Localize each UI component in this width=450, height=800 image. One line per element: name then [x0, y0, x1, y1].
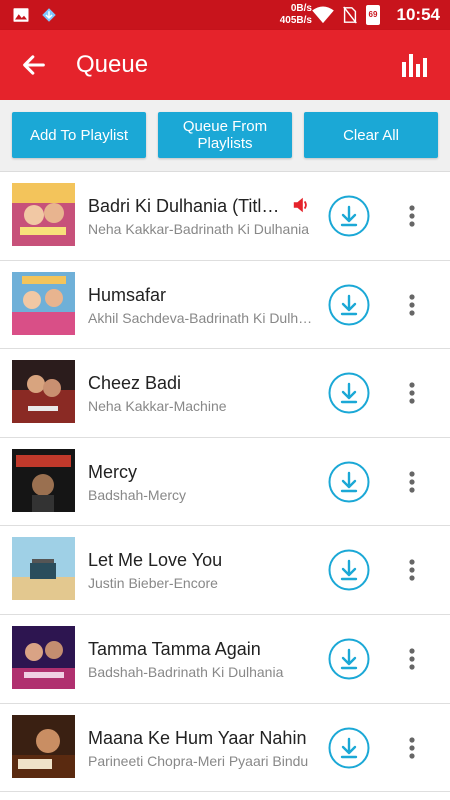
download-app-icon [42, 8, 56, 22]
song-title: Mercy [88, 461, 137, 482]
song-row[interactable]: Cheez Badi Neha Kakkar-Machine [0, 349, 450, 438]
battery-level: 69 [368, 10, 378, 19]
arrow-back-icon[interactable] [20, 51, 48, 79]
more-options-icon[interactable] [400, 470, 424, 494]
app-bar: Queue [0, 30, 450, 100]
download-icon[interactable] [328, 284, 370, 326]
more-options-icon[interactable] [400, 293, 424, 317]
queue-from-playlists-button[interactable]: Queue From Playlists [158, 112, 292, 158]
song-title: Humsafar [88, 284, 167, 305]
song-title: Tamma Tamma Again [88, 638, 261, 659]
song-subtitle: Parineeti Chopra-Meri Pyaari Bindu [88, 752, 309, 769]
clock: 10:54 [396, 5, 440, 24]
song-subtitle: Akhil Sachdeva-Badrinath Ki Dulhania [88, 309, 316, 326]
album-art [12, 271, 75, 335]
song-row[interactable]: Let Me Love You Justin Bieber-Encore [0, 526, 450, 615]
song-title: Badri Ki Dulhania (Title Track) [88, 196, 286, 216]
song-subtitle: Badshah-Mercy [88, 486, 187, 503]
album-art [12, 360, 75, 424]
clear-all-button[interactable]: Clear All [304, 112, 438, 158]
download-icon[interactable] [328, 372, 370, 414]
download-icon[interactable] [328, 727, 370, 769]
album-art [12, 625, 75, 689]
gallery-icon [13, 8, 29, 22]
more-options-icon[interactable] [400, 381, 424, 405]
more-options-icon[interactable] [400, 736, 424, 760]
song-row[interactable]: Badri Ki Dulhania (Title Track) Neha Kak… [0, 172, 450, 261]
song-title: Cheez Badi [88, 373, 182, 394]
equalizer-icon[interactable] [400, 52, 428, 78]
download-icon[interactable] [328, 461, 370, 503]
song-subtitle: Neha Kakkar-Badrinath Ki Dulhania [88, 221, 310, 237]
wifi-icon [312, 6, 334, 24]
battery-icon: 69 [366, 5, 380, 25]
more-options-icon[interactable] [400, 558, 424, 582]
more-options-icon[interactable] [400, 647, 424, 671]
no-sim-icon [343, 6, 357, 24]
song-row[interactable]: Mercy Badshah-Mercy [0, 438, 450, 527]
song-subtitle: Badshah-Badrinath Ki Dulhania [88, 663, 284, 680]
page-title: Queue [76, 51, 149, 78]
net-up: 0B/s [290, 3, 312, 14]
network-speed: 0B/s 405B/s [262, 3, 312, 27]
album-art [12, 537, 75, 601]
song-title: Let Me Love You [88, 550, 223, 571]
song-row[interactable]: Humsafar Akhil Sachdeva-Badrinath Ki Dul… [0, 261, 450, 350]
download-icon[interactable] [328, 549, 370, 591]
now-playing-speaker-icon [293, 197, 307, 213]
add-to-playlist-button[interactable]: Add To Playlist [12, 112, 146, 158]
album-art [12, 448, 75, 512]
more-options-icon[interactable] [400, 204, 424, 228]
queue-actions: Add To Playlist Queue From Playlists Cle… [0, 100, 450, 172]
status-bar: 0B/s 405B/s 69 10:54 [0, 0, 450, 30]
song-title: Maana Ke Hum Yaar Nahin [88, 727, 307, 748]
album-art [12, 714, 75, 778]
song-subtitle: Neha Kakkar-Machine [88, 398, 227, 415]
queue-list: Badri Ki Dulhania (Title Track) Neha Kak… [0, 172, 450, 793]
queue-from-playlists-label: Queue From Playlists [182, 118, 268, 152]
album-art [12, 183, 75, 246]
song-subtitle: Justin Bieber-Encore [88, 575, 218, 592]
download-icon[interactable] [328, 638, 370, 680]
song-row[interactable]: Maana Ke Hum Yaar Nahin Parineeti Chopra… [0, 704, 450, 793]
net-down: 405B/s [279, 15, 312, 26]
download-icon[interactable] [328, 195, 370, 237]
song-row[interactable]: Tamma Tamma Again Badshah-Badrinath Ki D… [0, 615, 450, 704]
